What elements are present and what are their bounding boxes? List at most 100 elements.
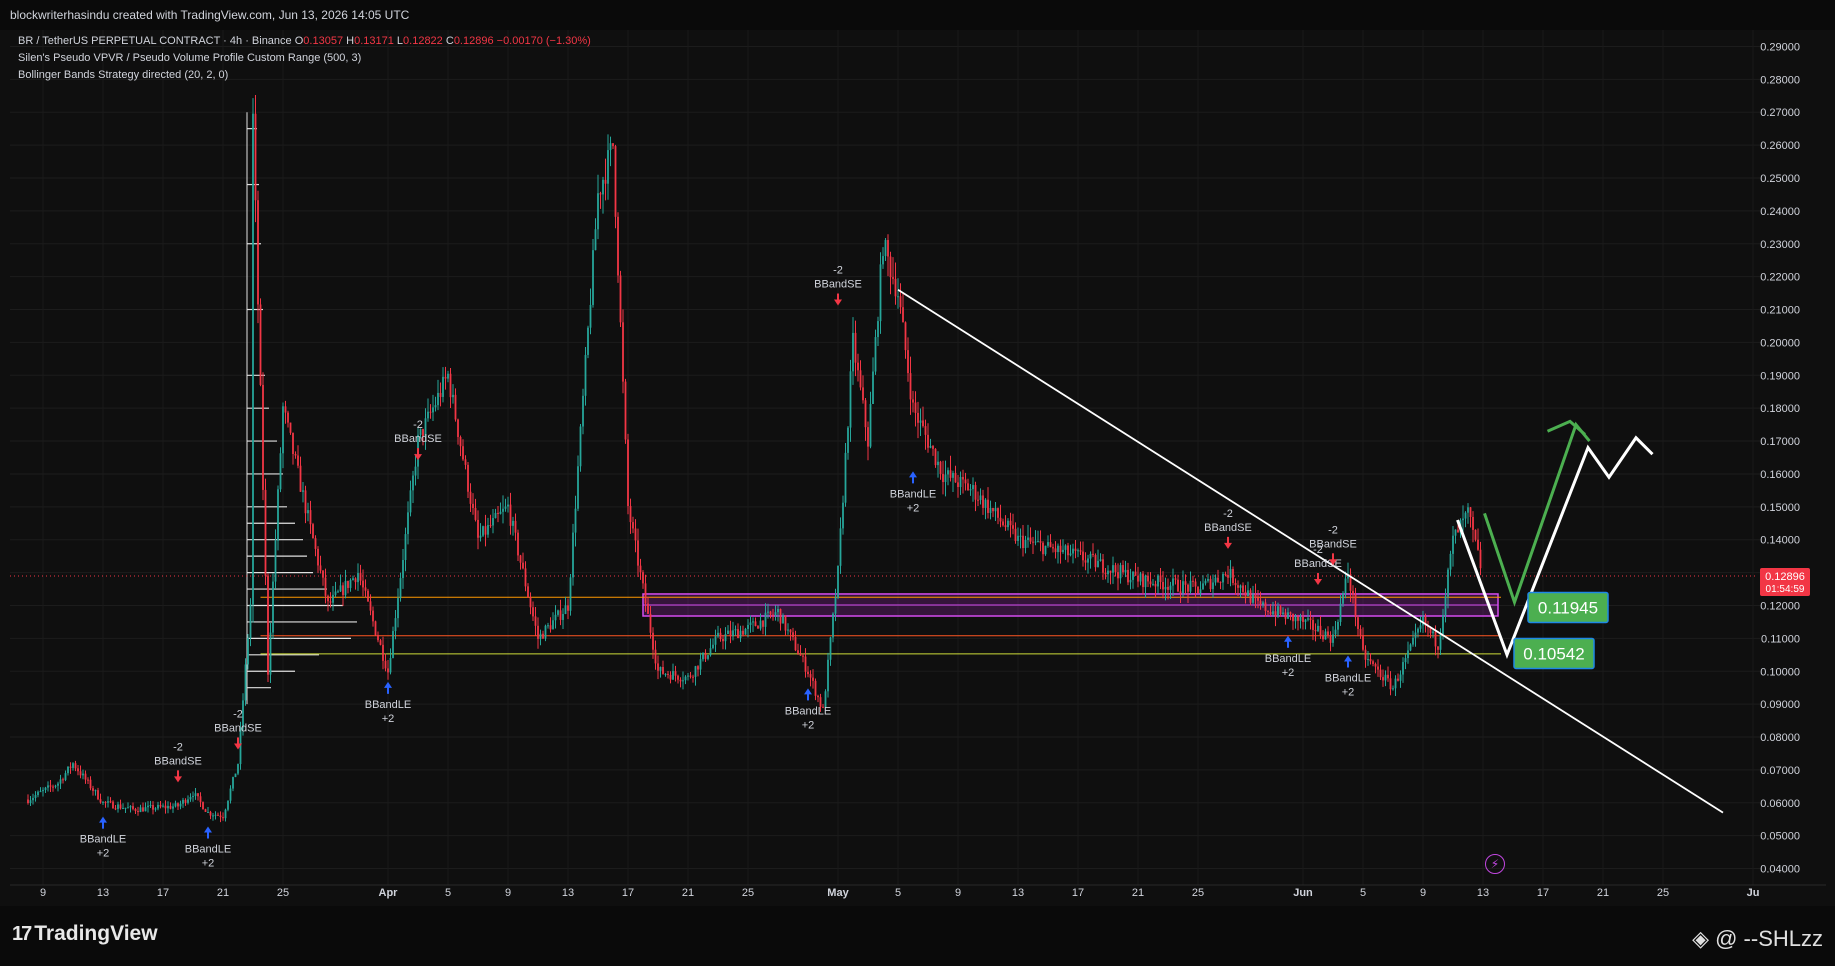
candle-body bbox=[1457, 529, 1459, 533]
candle-body bbox=[149, 805, 152, 807]
candle-body bbox=[934, 448, 937, 466]
candle-body bbox=[694, 666, 697, 677]
candle-body bbox=[1402, 662, 1404, 675]
candle-body bbox=[182, 799, 184, 804]
candle-body bbox=[102, 801, 104, 803]
candle-body bbox=[472, 503, 474, 508]
candle-body bbox=[652, 632, 654, 650]
candle-body bbox=[1344, 578, 1347, 594]
candle-body bbox=[162, 805, 164, 807]
candle-body bbox=[1372, 661, 1374, 664]
candle-body bbox=[919, 420, 922, 423]
candle-body bbox=[699, 659, 702, 670]
candle-body bbox=[177, 803, 179, 807]
x-tick-label: 9 bbox=[1420, 887, 1426, 899]
footer-bar bbox=[0, 906, 1835, 966]
candle-body bbox=[884, 240, 887, 257]
candle-body bbox=[1317, 625, 1319, 632]
candle-body bbox=[949, 470, 952, 478]
candle-body bbox=[1449, 553, 1452, 570]
candle-body bbox=[554, 614, 557, 621]
candle-body bbox=[1112, 565, 1114, 573]
candle-body bbox=[1009, 520, 1012, 526]
candle-body bbox=[167, 805, 169, 809]
candle-body bbox=[674, 671, 677, 676]
candle-body bbox=[227, 800, 229, 810]
candle-body bbox=[602, 179, 604, 195]
candle-body bbox=[512, 520, 514, 526]
candle-body bbox=[47, 785, 49, 788]
x-tick-label: 21 bbox=[1132, 887, 1144, 899]
candle-body bbox=[1074, 548, 1077, 551]
candle-body bbox=[999, 517, 1002, 522]
candle-body bbox=[1214, 577, 1217, 583]
bollinger-indicator-legend[interactable]: Bollinger Bands Strategy directed (20, 2… bbox=[18, 69, 228, 81]
x-tick-label: 17 bbox=[1537, 887, 1549, 899]
candle-body bbox=[44, 787, 47, 790]
candle-body bbox=[1447, 569, 1449, 597]
candle-body bbox=[1014, 528, 1017, 541]
candle-body bbox=[569, 577, 572, 611]
last-price-value: 0.12896 bbox=[1765, 571, 1805, 583]
candle-body bbox=[454, 394, 457, 420]
candle-body bbox=[294, 453, 297, 456]
candle-body bbox=[507, 504, 509, 507]
y-tick-label: 0.05000 bbox=[1760, 831, 1800, 843]
signal-quantity: +2 bbox=[97, 848, 110, 860]
candle-body bbox=[1087, 558, 1089, 563]
candle-body bbox=[664, 673, 667, 675]
candle-body bbox=[1334, 629, 1337, 635]
candle-body bbox=[914, 402, 917, 413]
tradingview-logo[interactable]: 17 TradingView bbox=[12, 922, 158, 946]
candle-body bbox=[364, 587, 367, 591]
candle-body bbox=[549, 625, 552, 630]
y-tick-label: 0.24000 bbox=[1760, 206, 1800, 218]
candle-body bbox=[154, 808, 157, 810]
candle-body bbox=[1369, 658, 1372, 662]
candle-body bbox=[1367, 658, 1369, 660]
low-value: 0.12822 bbox=[403, 35, 443, 47]
candle-body bbox=[1299, 616, 1302, 621]
candle-body bbox=[557, 610, 559, 615]
candle-body bbox=[607, 150, 609, 184]
y-tick-label: 0.11000 bbox=[1761, 633, 1800, 645]
y-tick-label: 0.19000 bbox=[1760, 370, 1800, 382]
level-value-text: 0.11945 bbox=[1538, 598, 1598, 617]
candle-body bbox=[1079, 550, 1082, 552]
candle-body bbox=[199, 796, 202, 803]
candle-body bbox=[1004, 525, 1007, 528]
candle-body bbox=[624, 381, 627, 440]
candle-body bbox=[397, 598, 399, 619]
candle-body bbox=[849, 371, 852, 428]
candle-body bbox=[732, 630, 734, 637]
vpvr-indicator-legend[interactable]: Silen's Pseudo VPVR / Pseudo Volume Prof… bbox=[18, 52, 361, 64]
candle-body bbox=[1062, 549, 1064, 553]
candle-body bbox=[159, 804, 162, 807]
candle-body bbox=[509, 504, 512, 526]
chart-canvas[interactable]: BBandLE +2 BBandSE -2 BBandLE +2 BBandSE -2 BBan… bbox=[0, 0, 1835, 906]
candle-body bbox=[829, 637, 832, 660]
candle-body bbox=[1209, 578, 1212, 590]
candle-body bbox=[1397, 678, 1399, 681]
candle-body bbox=[832, 613, 834, 638]
y-tick-label: 0.07000 bbox=[1760, 765, 1800, 777]
candle-body bbox=[749, 622, 752, 625]
candle-body bbox=[634, 528, 637, 541]
signal-quantity: -2 bbox=[413, 419, 423, 431]
symbol-legend[interactable]: BR / TetherUS PERPETUAL CONTRACT · 4h · … bbox=[18, 35, 591, 47]
candle-body bbox=[1277, 606, 1279, 617]
candle-body bbox=[89, 779, 92, 789]
candle-body bbox=[349, 579, 352, 588]
candle-body bbox=[837, 565, 839, 598]
candle-body bbox=[444, 376, 447, 379]
candle-body bbox=[1207, 578, 1209, 581]
candle-body bbox=[989, 507, 992, 513]
candle-body bbox=[354, 578, 357, 583]
candle-body bbox=[57, 783, 59, 786]
lightning-icon[interactable]: ⚡ bbox=[1485, 854, 1505, 874]
plot-background bbox=[10, 30, 1826, 906]
candle-body bbox=[322, 570, 324, 578]
candle-body bbox=[1327, 631, 1329, 636]
candle-body bbox=[1022, 535, 1024, 549]
signal-quantity: -2 bbox=[833, 265, 843, 277]
